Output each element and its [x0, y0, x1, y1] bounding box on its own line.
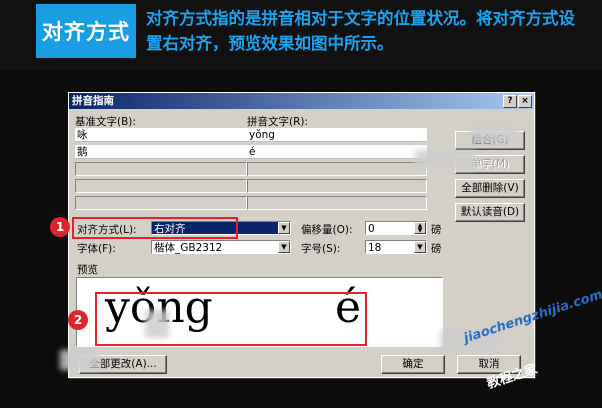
ruby-text-row-5[interactable]	[247, 196, 427, 210]
help-button[interactable]: ?	[503, 95, 517, 108]
base-text-row-5[interactable]	[75, 196, 247, 210]
blur-patch	[470, 125, 518, 145]
offset-unit: 磅	[431, 224, 442, 236]
ruby-text-label: 拼音文字(R):	[247, 116, 309, 128]
font-label: 字体(F):	[77, 243, 116, 255]
highlight-box-preview	[95, 292, 367, 346]
section-description: 对齐方式指的是拼音相对于文字的位置状况。将对齐方式设置右对齐，预览效果如图中所示…	[146, 9, 575, 53]
base-text-row-4[interactable]	[75, 179, 247, 193]
ruby-text-row-2[interactable]: é	[247, 145, 427, 159]
blur-patch	[415, 150, 475, 170]
base-text-row-3[interactable]	[75, 162, 247, 176]
offset-spinner[interactable]: 0 ▲ ▼	[365, 221, 427, 235]
ok-button[interactable]: 确定	[381, 355, 445, 374]
font-select[interactable]: 楷体_GB2312 ▼	[151, 240, 291, 254]
size-select[interactable]: 18 ▼	[365, 240, 427, 254]
blur-patch	[60, 350, 100, 370]
offset-value: 0	[368, 223, 375, 235]
ruby-text-row-4[interactable]	[247, 179, 427, 193]
section-tag: 对齐方式	[36, 4, 136, 58]
chevron-down-icon[interactable]: ▼	[278, 222, 290, 234]
base-text-row-2[interactable]: 鹅	[75, 145, 247, 159]
size-unit: 磅	[431, 243, 442, 255]
step-marker-1: 1	[50, 217, 70, 237]
default-reading-button[interactable]: 默认读音(D)	[455, 203, 525, 222]
size-value: 18	[368, 242, 382, 254]
size-label: 字号(S):	[301, 243, 341, 255]
close-button[interactable]: ×	[518, 95, 532, 108]
dialog-title: 拼音指南	[72, 95, 114, 107]
chevron-down-icon[interactable]: ▼	[278, 241, 290, 253]
step-marker-2: 2	[68, 310, 88, 330]
highlight-box-alignment	[72, 217, 238, 239]
offset-label: 偏移量(O):	[301, 224, 353, 236]
delete-all-button[interactable]: 全部删除(V)	[455, 179, 525, 198]
chevron-down-icon[interactable]: ▼	[414, 241, 426, 253]
preview-label: 预览	[77, 264, 98, 276]
spin-arrows-icon[interactable]: ▲ ▼	[414, 222, 426, 234]
base-text-label: 基准文字(B):	[75, 116, 136, 128]
header-band: 对齐方式 对齐方式指的是拼音相对于文字的位置状况。将对齐方式设置右对齐，预览效果…	[0, 0, 602, 70]
dialog-titlebar: 拼音指南 ? ×	[69, 93, 534, 109]
base-text-row-1[interactable]: 咏	[75, 128, 247, 142]
font-value: 楷体_GB2312	[154, 242, 223, 254]
blur-patch	[145, 310, 169, 338]
ruby-text-row-3[interactable]	[247, 162, 427, 176]
ruby-text-row-1[interactable]: yǒng	[247, 128, 427, 142]
